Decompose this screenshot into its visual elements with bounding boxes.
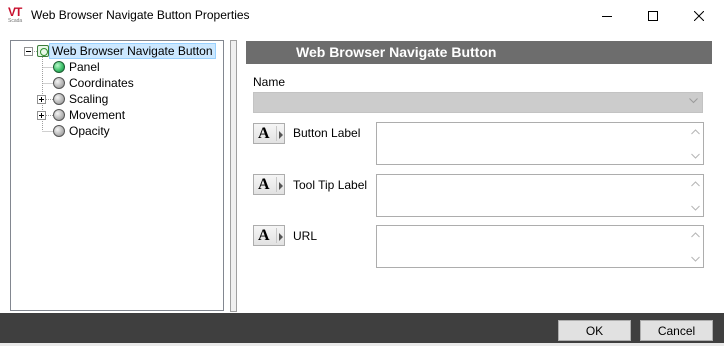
panel-header-title: Web Browser Navigate Button [296, 44, 497, 60]
status-gray-icon [53, 93, 65, 105]
status-gray-icon [53, 125, 65, 137]
chevron-down-icon [689, 98, 698, 104]
title-bar: VT Scada Web Browser Navigate Button Pro… [0, 0, 724, 32]
tooltip-label-font-button[interactable]: A [253, 174, 285, 195]
app-logo-text: VT [8, 5, 22, 19]
tree-item-label: Coordinates [69, 76, 134, 90]
font-dropdown-arrow-icon[interactable] [276, 228, 285, 243]
tooltip-label-input[interactable] [376, 174, 704, 217]
tree-item-movement[interactable]: Movement [53, 107, 129, 123]
maximize-button[interactable] [630, 0, 676, 32]
scroll-down-icon[interactable] [691, 256, 700, 262]
scroll-up-icon[interactable] [691, 129, 700, 135]
status-gray-icon [53, 109, 65, 121]
scroll-down-icon[interactable] [691, 153, 700, 159]
component-icon [37, 45, 49, 57]
font-dropdown-arrow-icon[interactable] [276, 177, 285, 192]
button-label-input[interactable] [376, 122, 704, 165]
tree-item-root[interactable]: Web Browser Navigate Button [37, 43, 216, 59]
tree-collapse-toggle[interactable] [24, 47, 33, 56]
tree-item-label: Panel [69, 60, 100, 74]
tree-item-label: Movement [69, 108, 126, 122]
panel-header: Web Browser Navigate Button [246, 41, 712, 64]
tree-expand-toggle-movement[interactable] [37, 111, 46, 120]
window-title: Web Browser Navigate Button Properties [31, 8, 250, 22]
tree-item-label: Opacity [69, 124, 110, 138]
app-logo-subtext: Scada [8, 18, 23, 24]
panel-splitter[interactable] [230, 40, 237, 312]
dialog-footer: OK Cancel [0, 313, 724, 346]
status-gray-icon [53, 77, 65, 89]
name-dropdown [253, 92, 703, 113]
cancel-button[interactable]: Cancel [640, 320, 713, 341]
font-dropdown-arrow-icon[interactable] [276, 126, 285, 141]
tree-item-label: Scaling [69, 92, 109, 106]
url-input[interactable] [376, 225, 704, 268]
tree-item-root-label: Web Browser Navigate Button [49, 43, 216, 59]
tooltip-label-scrollbar[interactable] [687, 175, 703, 216]
url-scrollbar[interactable] [687, 226, 703, 267]
tree-item-panel[interactable]: Panel [53, 59, 104, 75]
maximize-icon [648, 11, 658, 21]
close-icon [694, 11, 704, 21]
button-label-font-button[interactable]: A [253, 123, 285, 144]
tree-item-scaling[interactable]: Scaling [53, 91, 112, 107]
close-button[interactable] [676, 0, 722, 32]
url-label: URL [293, 229, 318, 243]
font-icon: A [258, 226, 270, 244]
button-label-scrollbar[interactable] [687, 123, 703, 164]
scroll-up-icon[interactable] [691, 181, 700, 187]
minimize-icon [602, 16, 612, 17]
font-icon: A [258, 175, 270, 193]
url-font-button[interactable]: A [253, 225, 285, 246]
scroll-up-icon[interactable] [691, 232, 700, 238]
tree-expand-toggle-scaling[interactable] [37, 95, 46, 104]
button-label-label: Button Label [293, 126, 361, 140]
tree-item-coordinates[interactable]: Coordinates [53, 75, 138, 91]
app-logo-icon: VT Scada [8, 5, 24, 25]
property-tree[interactable]: Web Browser Navigate Button Panel Coordi… [10, 40, 224, 311]
ok-button[interactable]: OK [558, 320, 631, 341]
minimize-button[interactable] [584, 0, 630, 32]
name-label: Name [253, 75, 286, 89]
font-icon: A [258, 124, 270, 142]
scroll-down-icon[interactable] [691, 205, 700, 211]
tree-item-opacity[interactable]: Opacity [53, 123, 114, 139]
status-green-icon [53, 61, 65, 73]
tooltip-label-label: Tool Tip Label [293, 178, 368, 192]
